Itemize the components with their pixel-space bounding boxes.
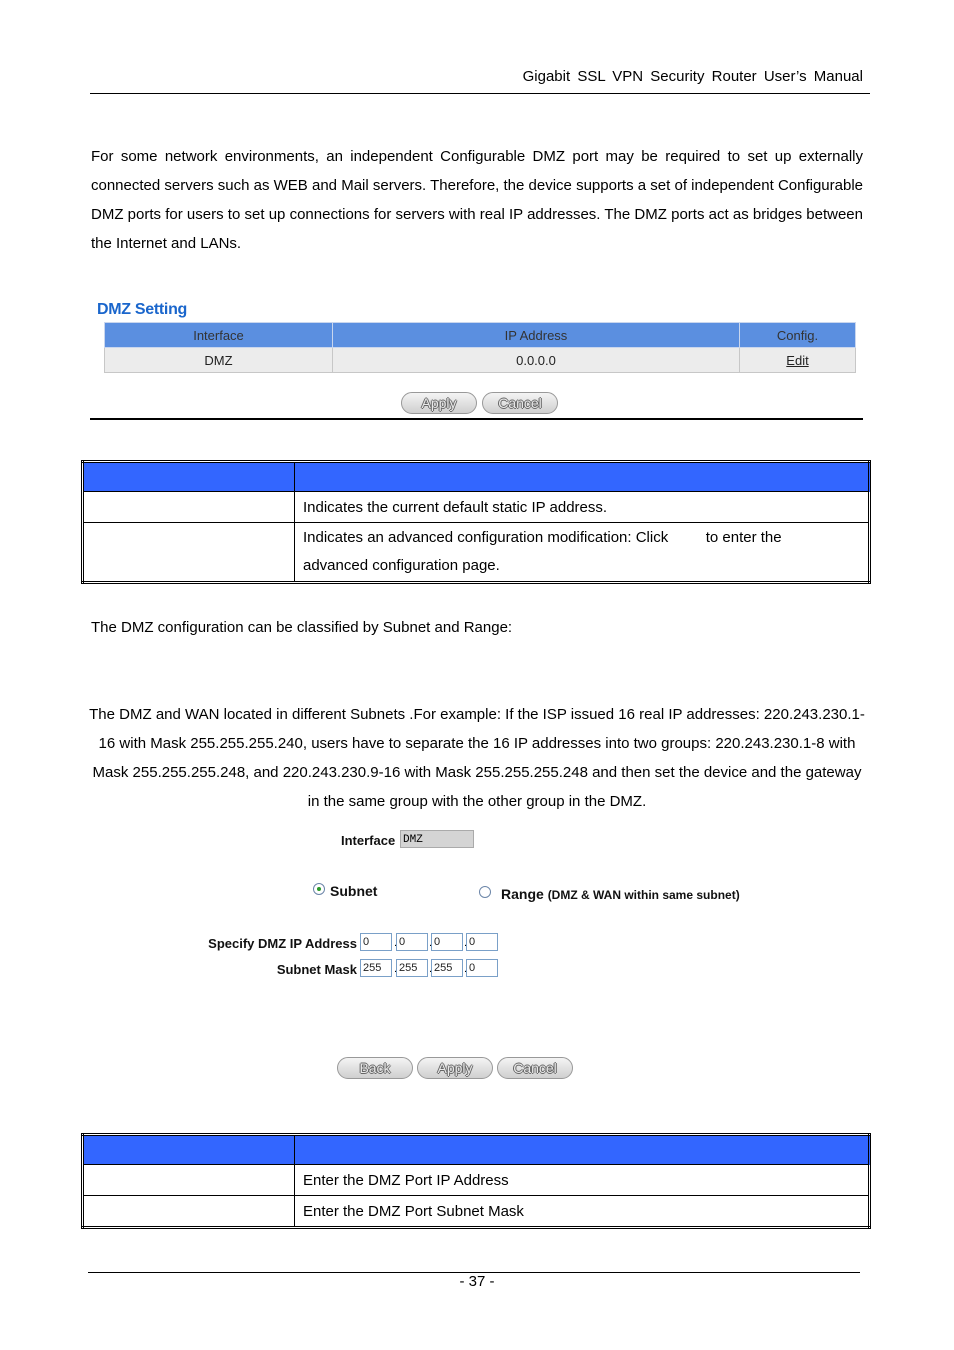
subnet-paragraph: The DMZ and WAN located in different Sub… bbox=[89, 706, 865, 810]
dmz-ip-octet-4[interactable] bbox=[466, 933, 498, 951]
intro-paragraph: For some network environments, an indepe… bbox=[91, 148, 863, 252]
manual-header-title: Gigabit SSL VPN Security Router User’s M… bbox=[522, 68, 863, 85]
row-desc: Indicates the current default static IP … bbox=[294, 491, 870, 523]
dmz-ip-octet-2[interactable] bbox=[396, 933, 428, 951]
dmz-table-header: Interface IP Address Config. bbox=[104, 322, 856, 348]
col-interface: Interface bbox=[104, 322, 333, 348]
col-ip-address: IP Address bbox=[332, 322, 740, 348]
cancel-button[interactable]: Cancel bbox=[482, 392, 558, 414]
col-config: Config. bbox=[739, 322, 856, 348]
dmz-setting-table: Interface IP Address Config. DMZ 0.0.0.0… bbox=[104, 322, 856, 373]
row-desc-line1: Indicates an advanced configuration modi… bbox=[303, 529, 782, 546]
dmz-ip-octet-1[interactable] bbox=[360, 933, 392, 951]
subnet-radio[interactable] bbox=[313, 883, 325, 895]
row-desc: Enter the DMZ Port IP Address bbox=[294, 1164, 870, 1196]
page-number: - 37 - bbox=[459, 1273, 495, 1290]
row-name bbox=[82, 522, 295, 583]
table-header bbox=[82, 1134, 870, 1165]
range-radio[interactable] bbox=[479, 886, 491, 898]
header-cell-desc bbox=[294, 461, 870, 492]
table-header bbox=[82, 461, 870, 492]
back-button[interactable]: Back bbox=[337, 1057, 413, 1079]
table-row: DMZ 0.0.0.0 Edit bbox=[104, 347, 856, 373]
header-cell-desc bbox=[294, 1134, 870, 1165]
subnet-label: Subnet bbox=[330, 883, 378, 899]
table-row: Indicates the current default static IP … bbox=[82, 491, 870, 523]
range-note: (DMZ & WAN within same subnet) bbox=[547, 888, 740, 902]
range-label: Range (DMZ & WAN within same subnet) bbox=[501, 886, 740, 902]
row-desc-line2: advanced configuration page. bbox=[303, 557, 500, 574]
mask-octet-1[interactable] bbox=[360, 959, 392, 977]
table-row: Indicates an advanced configuration modi… bbox=[82, 522, 870, 583]
description-table-1: Indicates the current default static IP … bbox=[81, 460, 871, 584]
row-name bbox=[82, 1164, 295, 1196]
mask-octet-3[interactable] bbox=[431, 959, 463, 977]
header-divider bbox=[90, 93, 870, 94]
header-cell-name bbox=[82, 1134, 295, 1165]
mask-octet-2[interactable] bbox=[396, 959, 428, 977]
interface-label: Interface bbox=[341, 833, 396, 848]
description-table-2: Enter the DMZ Port IP Address Enter the … bbox=[81, 1133, 871, 1229]
table-row: Enter the DMZ Port IP Address bbox=[82, 1164, 870, 1196]
cancel-button[interactable]: Cancel bbox=[497, 1057, 573, 1079]
row-desc: Indicates an advanced configuration modi… bbox=[294, 522, 870, 583]
apply-button[interactable]: Apply bbox=[417, 1057, 493, 1079]
dmz-setting-title: DMZ Setting bbox=[97, 301, 188, 318]
classify-paragraph: The DMZ configuration can be classified … bbox=[91, 619, 513, 636]
dmz-ip-octet-3[interactable] bbox=[431, 933, 463, 951]
dmz-ip-label: Specify DMZ IP Address bbox=[208, 936, 357, 951]
header-cell-name bbox=[82, 461, 295, 492]
row-name bbox=[82, 1195, 295, 1228]
row-desc: Enter the DMZ Port Subnet Mask bbox=[294, 1195, 870, 1228]
table-row: Enter the DMZ Port Subnet Mask bbox=[82, 1195, 870, 1228]
cell-ip: 0.0.0.0 bbox=[332, 347, 740, 373]
range-label-text: Range bbox=[501, 886, 544, 902]
row-name bbox=[82, 491, 295, 523]
cell-interface: DMZ bbox=[104, 347, 333, 373]
edit-link[interactable]: Edit bbox=[786, 353, 808, 368]
apply-button[interactable]: Apply bbox=[401, 392, 477, 414]
figure-divider bbox=[90, 418, 863, 420]
mask-octet-4[interactable] bbox=[466, 959, 498, 977]
interface-field: DMZ bbox=[400, 830, 474, 848]
subnet-mask-label: Subnet Mask bbox=[276, 962, 357, 977]
cell-config: Edit bbox=[739, 347, 856, 373]
